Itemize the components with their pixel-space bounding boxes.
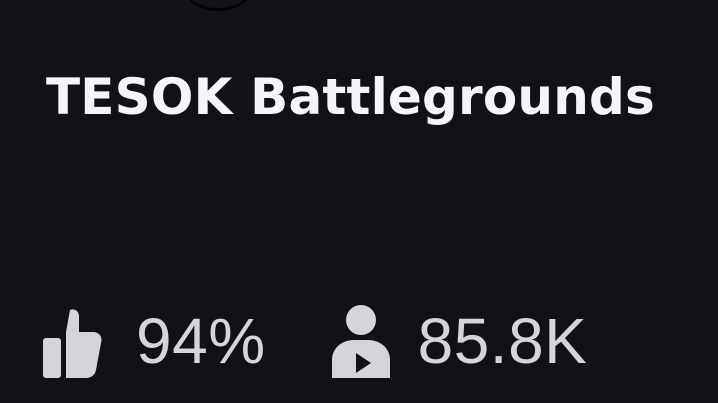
thumbs-up-icon [40,303,110,379]
game-card[interactable]: TESOK Battlegrounds 94% 85.8K [0,0,718,403]
game-title: TESOK Battlegrounds [46,68,655,126]
players-value: 85.8K [417,305,588,377]
rating-stat: 94% [40,303,266,379]
rating-value: 94% [136,305,266,377]
players-stat: 85.8K [326,303,588,379]
player-count-icon [326,303,396,379]
game-stats: 94% 85.8K [40,296,587,386]
